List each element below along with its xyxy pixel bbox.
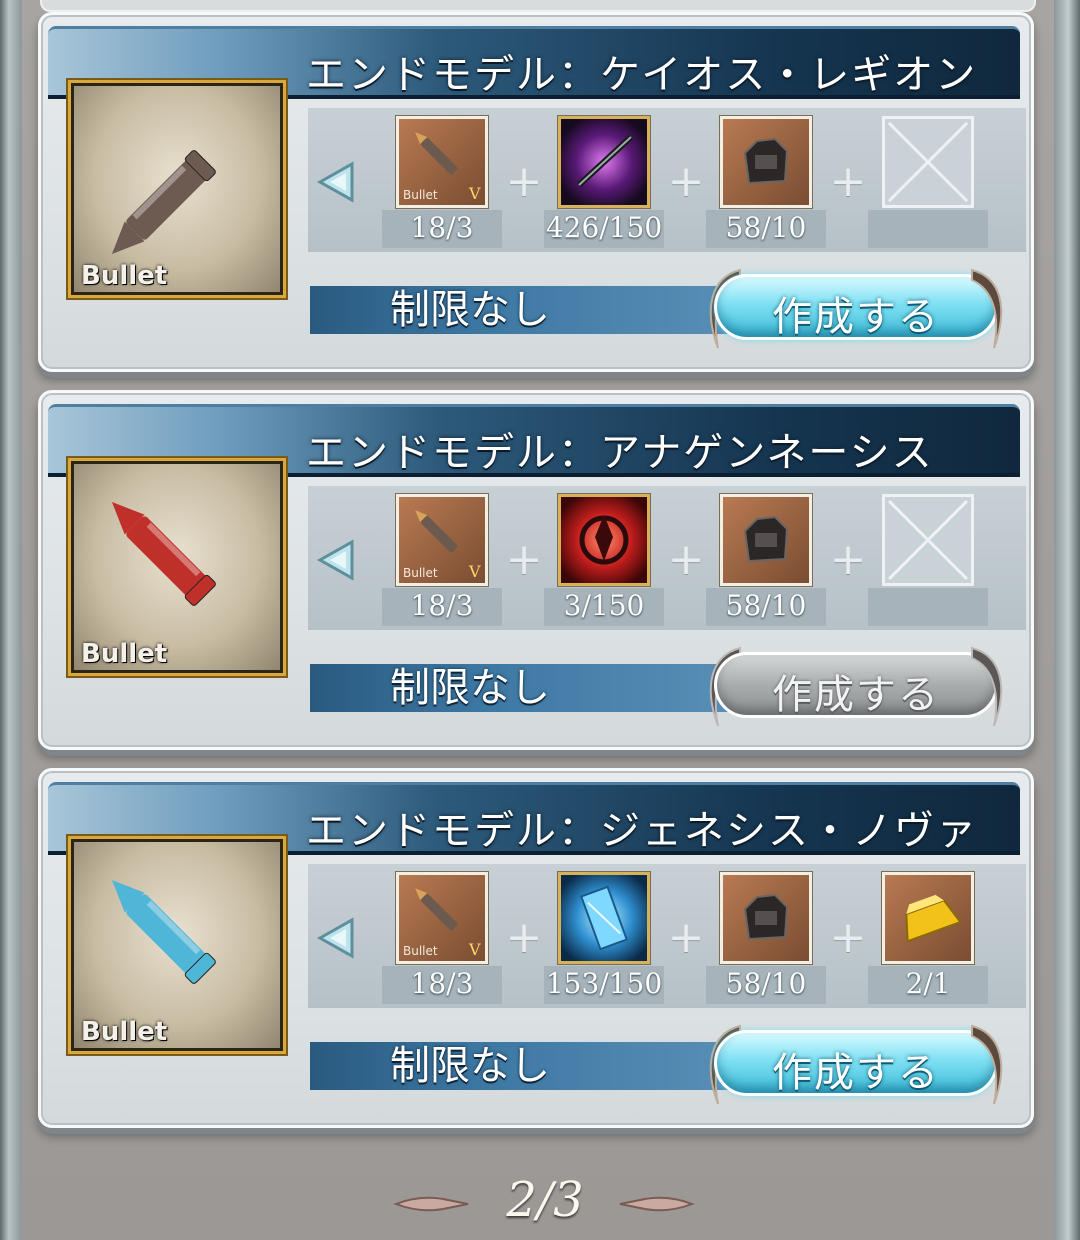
plus-icon: +: [829, 156, 867, 207]
plus-icon: +: [667, 534, 705, 585]
recipe-title: エンドモデル：ジェネシス・ノヴァ: [306, 808, 978, 854]
material-slot-3[interactable]: 58/10: [706, 872, 826, 1004]
right-frame: [1054, 0, 1080, 1240]
material-quantity: 18/3: [410, 589, 474, 622]
recipe-card: エンドモデル：ケイオス・レギオン Bullet Bullet V 18/3 + 4…: [38, 12, 1034, 372]
create-button-label: 作成する: [772, 1050, 940, 1096]
plus-icon: +: [505, 156, 543, 207]
previous-card-edge: [40, 0, 1036, 12]
bullet-v-icon: Bullet V: [396, 116, 488, 208]
create-button-disabled[interactable]: 作成する: [700, 642, 1012, 730]
next-page-icon[interactable]: [616, 1190, 696, 1218]
rank-label: V: [468, 184, 481, 203]
recipe-card: エンドモデル：ジェネシス・ノヴァ Bullet Bullet V 18/3 + 1…: [38, 768, 1034, 1128]
plus-icon: +: [505, 912, 543, 963]
limit-text: 制限なし: [390, 1043, 550, 1089]
quantity-background: [868, 210, 988, 248]
create-button[interactable]: 作成する: [700, 1020, 1012, 1108]
thumbnail-label: Bullet: [81, 639, 168, 669]
bullet-v-icon: Bullet V: [396, 494, 488, 586]
pagination: 2/3: [0, 1172, 1080, 1232]
left-frame: [0, 0, 22, 1240]
material-slot-1[interactable]: Bullet V 18/3: [382, 494, 502, 626]
red-crest-orb-icon: [558, 494, 650, 586]
recipe-title: エンドモデル：アナゲンネーシス: [306, 430, 934, 476]
limit-text: 制限なし: [390, 665, 550, 711]
material-slot-4[interactable]: 2/1: [868, 872, 988, 1004]
material-slot-2[interactable]: 153/150: [544, 872, 664, 1004]
material-slot-3[interactable]: 58/10: [706, 116, 826, 248]
recipe-item-thumbnail[interactable]: Bullet: [68, 836, 286, 1054]
material-quantity: 426/150: [545, 211, 663, 244]
material-slot-4[interactable]: [868, 116, 988, 248]
bullet-mini-label: Bullet: [403, 188, 438, 202]
page-indicator: 2/3: [506, 1172, 584, 1228]
blue-crystal-orb-icon: [558, 872, 650, 964]
empty-slot-icon: [882, 116, 974, 208]
material-slot-2[interactable]: 3/150: [544, 494, 664, 626]
material-quantity: 3/150: [563, 589, 645, 622]
ornament-right-icon: [971, 268, 1003, 349]
material-quantity: 2/1: [905, 967, 951, 1000]
empty-slot-icon: [882, 494, 974, 586]
recipe-card: エンドモデル：アナゲンネーシス Bullet Bullet V 18/3 + 3/…: [38, 390, 1034, 750]
arrow-left-icon: [316, 917, 354, 959]
thumbnail-label: Bullet: [81, 261, 168, 291]
arrow-left-icon: [316, 539, 354, 581]
quantity-background: [868, 588, 988, 626]
bullet-mini-label: Bullet: [403, 944, 438, 958]
material-slot-1[interactable]: Bullet V 18/3: [382, 872, 502, 1004]
create-button-label: 作成する: [772, 672, 940, 718]
ornament-right-icon: [971, 646, 1003, 727]
material-slot-4[interactable]: [868, 494, 988, 626]
gear-ore-icon: [720, 494, 812, 586]
ornament-right-icon: [971, 1024, 1003, 1105]
gear-ore-icon: [720, 872, 812, 964]
recipe-item-thumbnail[interactable]: Bullet: [68, 80, 286, 298]
gear-ore-icon: [720, 116, 812, 208]
rank-label: V: [468, 562, 481, 581]
arrow-left-icon: [316, 161, 354, 203]
material-slot-2[interactable]: 426/150: [544, 116, 664, 248]
material-slot-3[interactable]: 58/10: [706, 494, 826, 626]
bullet-mini-label: Bullet: [403, 566, 438, 580]
gold-bar-icon: [882, 872, 974, 964]
material-slot-1[interactable]: Bullet V 18/3: [382, 116, 502, 248]
material-quantity: 58/10: [725, 589, 807, 622]
plus-icon: +: [667, 156, 705, 207]
recipe-title: エンドモデル：ケイオス・レギオン: [306, 52, 978, 98]
dark-sword-orb-icon: [558, 116, 650, 208]
material-quantity: 18/3: [410, 967, 474, 1000]
create-button[interactable]: 作成する: [700, 264, 1012, 352]
plus-icon: +: [667, 912, 705, 963]
thumbnail-label: Bullet: [81, 1017, 168, 1047]
plus-icon: +: [829, 534, 867, 585]
prev-page-icon[interactable]: [392, 1190, 472, 1218]
plus-icon: +: [829, 912, 867, 963]
rank-label: V: [468, 940, 481, 959]
bullet-v-icon: Bullet V: [396, 872, 488, 964]
material-quantity: 153/150: [545, 967, 663, 1000]
plus-icon: +: [505, 534, 543, 585]
material-quantity: 18/3: [410, 211, 474, 244]
material-quantity: 58/10: [725, 967, 807, 1000]
material-quantity: 58/10: [725, 211, 807, 244]
recipe-item-thumbnail[interactable]: Bullet: [68, 458, 286, 676]
limit-text: 制限なし: [390, 287, 550, 333]
create-button-label: 作成する: [772, 294, 940, 340]
